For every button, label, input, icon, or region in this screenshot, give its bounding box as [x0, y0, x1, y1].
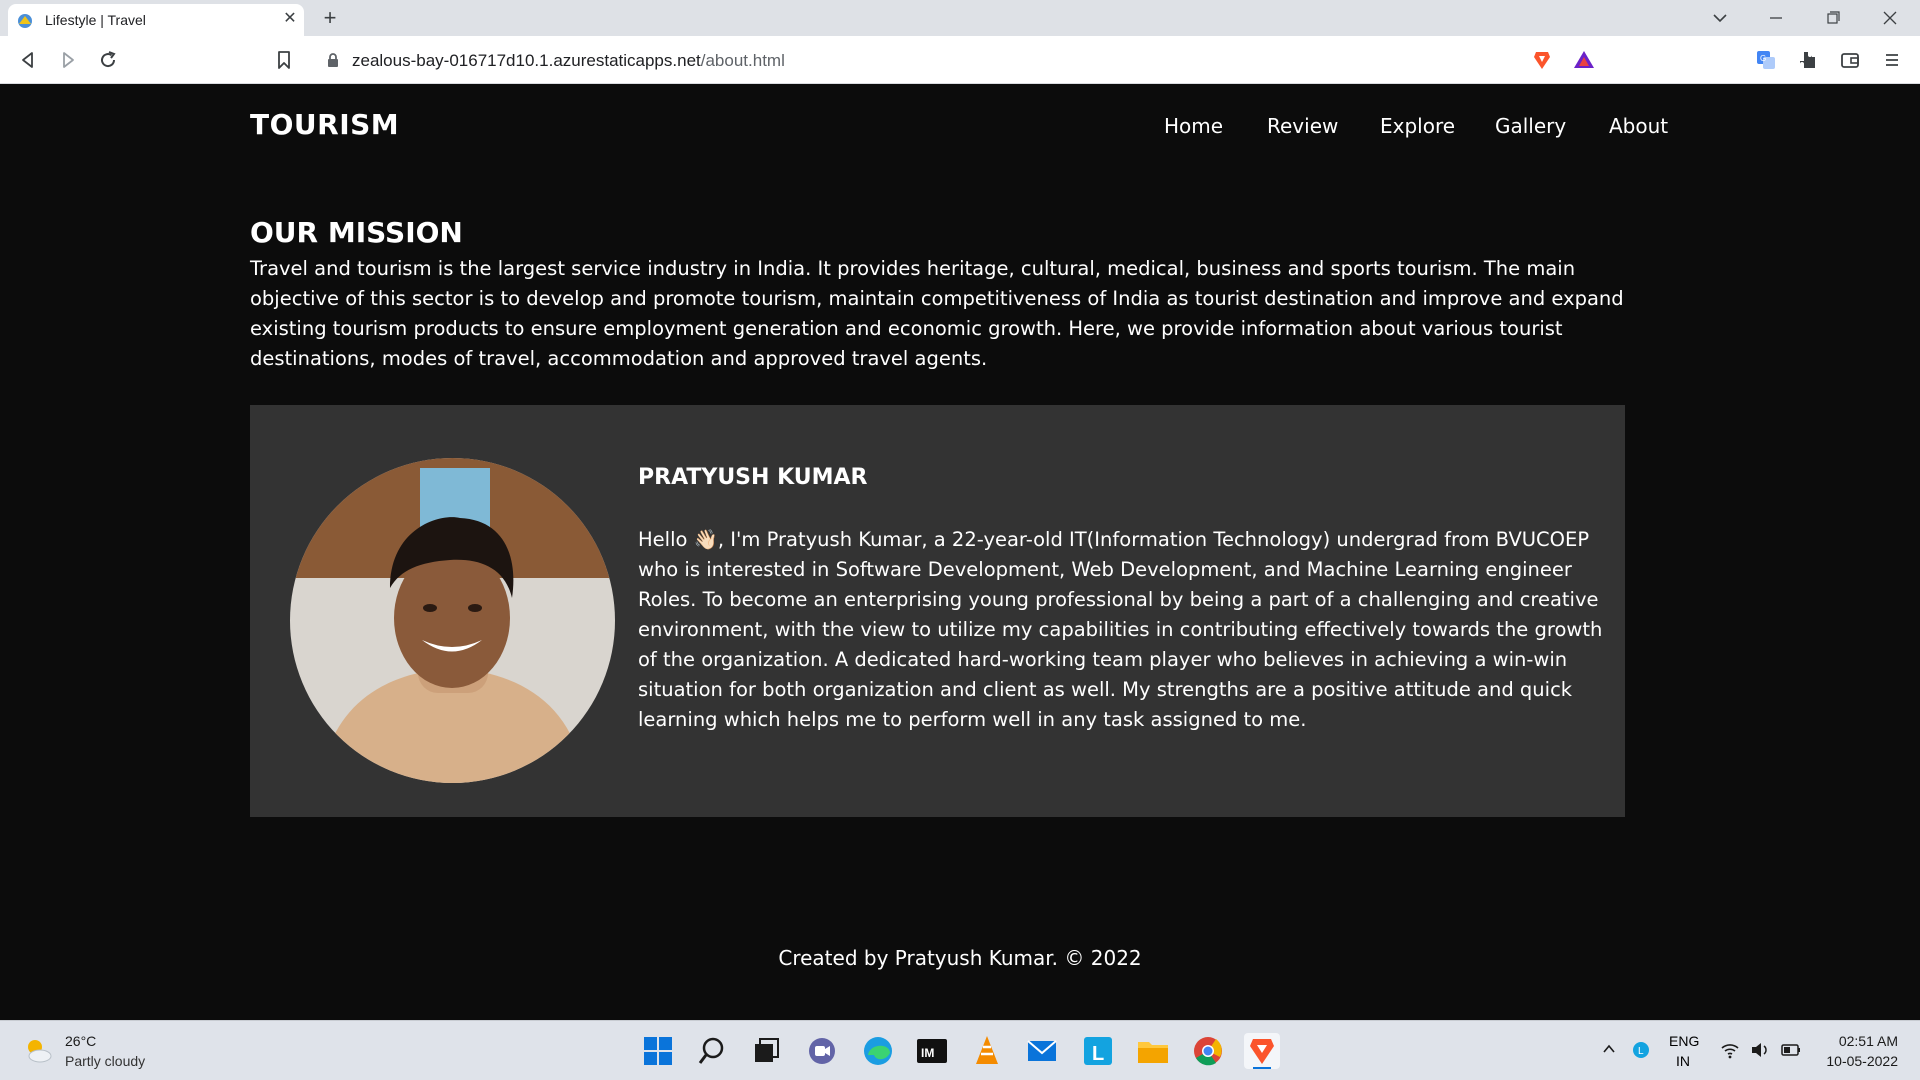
chrome-icon[interactable] [1190, 1033, 1226, 1069]
back-icon[interactable] [16, 48, 40, 72]
battery-icon[interactable] [1780, 1041, 1802, 1059]
site-favicon-icon [18, 14, 32, 28]
show-hidden-icons-icon[interactable] [1601, 1041, 1617, 1057]
url-host: zealous-bay-016717d10.1.azurestaticapps.… [352, 51, 701, 70]
tab-search-icon[interactable] [1702, 6, 1738, 30]
extensions-icon[interactable] [1795, 48, 1819, 72]
nav-review[interactable]: Review [1267, 114, 1338, 138]
url-path: /about.html [700, 51, 785, 70]
menu-icon[interactable] [1880, 48, 1904, 72]
edge-icon[interactable] [860, 1033, 896, 1069]
restore-icon[interactable] [1815, 6, 1851, 30]
new-tab-icon[interactable]: + [318, 6, 342, 30]
search-icon[interactable] [694, 1033, 730, 1069]
minimize-icon[interactable] [1758, 6, 1794, 30]
file-explorer-icon[interactable] [1135, 1033, 1171, 1069]
lock-icon[interactable] [326, 52, 340, 68]
url-text[interactable]: zealous-bay-016717d10.1.azurestaticapps.… [352, 51, 785, 71]
clock-date[interactable]: 10-05-2022 [1814, 1053, 1898, 1069]
web-page: TOURISM Home Review Explore Gallery Abou… [0, 84, 1920, 1020]
page-footer: Created by Pratyush Kumar. © 2022 [778, 946, 1142, 970]
weather-temperature[interactable]: 26°C [65, 1033, 96, 1049]
close-window-icon[interactable] [1872, 6, 1908, 30]
translate-icon[interactable]: G [1754, 48, 1778, 72]
profile-bio: Hello 👋🏻, I'm Pratyush Kumar, a 22-year-… [638, 528, 1603, 731]
nav-about[interactable]: About [1609, 114, 1668, 138]
mission-heading: OUR MISSION [250, 216, 463, 249]
clock-time[interactable]: 02:51 AM [1820, 1033, 1898, 1049]
teams-chat-icon[interactable] [804, 1033, 840, 1069]
nav-explore[interactable]: Explore [1380, 114, 1455, 138]
task-view-icon[interactable] [748, 1033, 784, 1069]
svg-text:IM: IM [921, 1046, 934, 1060]
wifi-icon[interactable] [1720, 1041, 1740, 1059]
nav-gallery[interactable]: Gallery [1495, 114, 1566, 138]
taskbar: 26°C Partly cloudy IM L L ENG IN 02:51 A… [0, 1020, 1920, 1080]
profile-card: PRATYUSH KUMAR Hello 👋🏻, I'm Pratyush Ku… [250, 405, 1625, 817]
svg-text:L: L [1638, 1046, 1644, 1057]
start-icon[interactable] [640, 1033, 676, 1069]
profile-photo [290, 458, 615, 783]
imdb-app-icon[interactable]: IM [914, 1033, 950, 1069]
weather-description[interactable]: Partly cloudy [65, 1053, 145, 1069]
wallet-icon[interactable] [1838, 48, 1862, 72]
volume-icon[interactable] [1750, 1041, 1770, 1059]
svg-text:G: G [1760, 54, 1766, 63]
tab-close-icon[interactable]: ✕ [280, 9, 300, 29]
svg-text:L: L [1092, 1043, 1104, 1065]
partly-cloudy-icon[interactable] [22, 1035, 54, 1067]
reload-icon[interactable] [96, 48, 120, 72]
address-bar[interactable]: zealous-bay-016717d10.1.azurestaticapps.… [312, 42, 1608, 78]
language-indicator[interactable]: ENG [1669, 1033, 1699, 1049]
browser-tab[interactable]: Lifestyle | Travel ✕ [8, 4, 304, 36]
nav-home[interactable]: Home [1164, 114, 1223, 138]
brave-shields-icon[interactable] [1530, 48, 1554, 72]
l-tray-icon[interactable]: L [1632, 1041, 1650, 1059]
bookmark-icon[interactable] [272, 48, 296, 72]
tab-title: Lifestyle | Travel [45, 12, 146, 28]
mail-icon[interactable] [1024, 1033, 1060, 1069]
l-app-icon[interactable]: L [1080, 1033, 1116, 1069]
profile-name: PRATYUSH KUMAR [638, 465, 868, 490]
mission-paragraph: Travel and tourism is the largest servic… [250, 257, 1624, 370]
vlc-icon[interactable] [969, 1033, 1005, 1069]
forward-icon[interactable] [56, 48, 80, 72]
language-region[interactable]: IN [1676, 1053, 1690, 1069]
browser-toolbar: zealous-bay-016717d10.1.azurestaticapps.… [0, 36, 1920, 84]
brave-browser-icon[interactable] [1244, 1033, 1280, 1069]
brave-rewards-icon[interactable] [1572, 48, 1596, 72]
browser-tab-strip: Lifestyle | Travel ✕ + [0, 0, 1920, 36]
site-logo[interactable]: TOURISM [250, 108, 399, 141]
